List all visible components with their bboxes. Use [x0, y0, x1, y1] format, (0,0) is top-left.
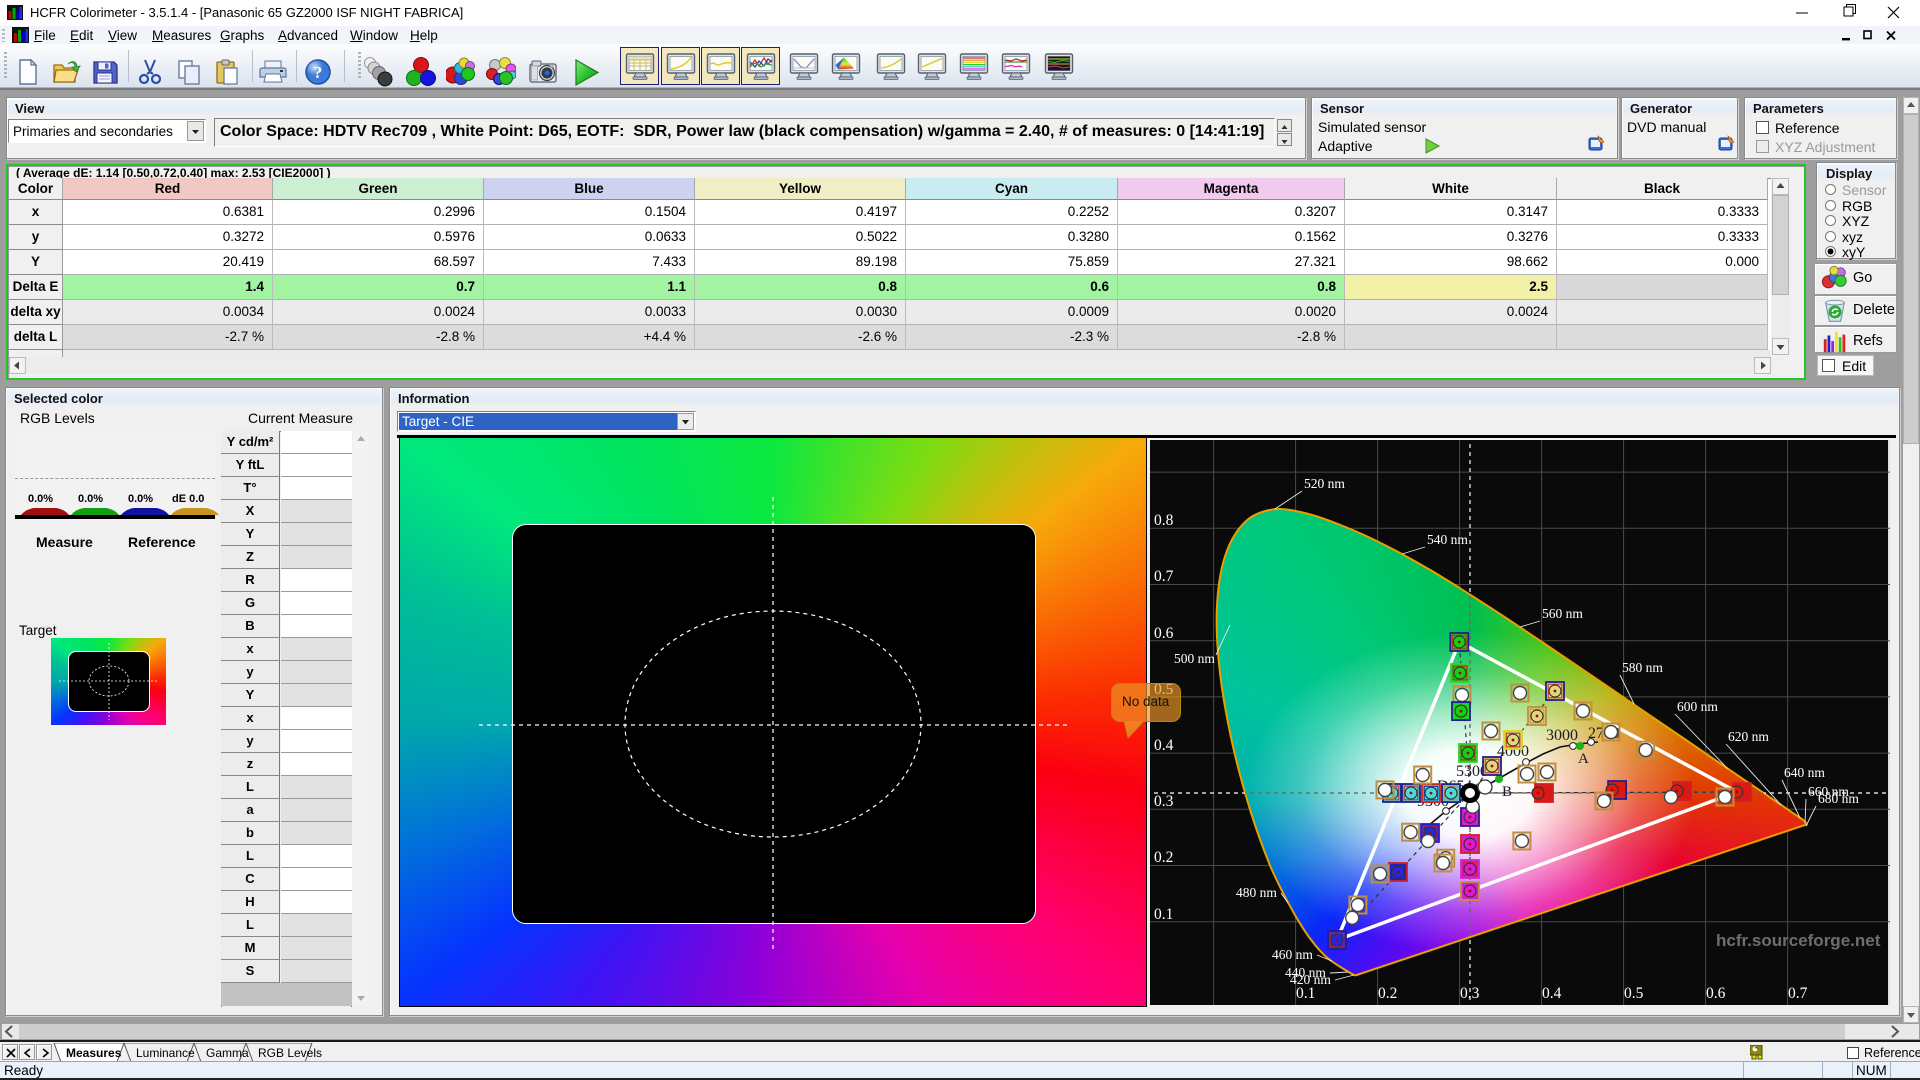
svg-text:0.4: 0.4 [1154, 737, 1174, 754]
svg-text:0.3: 0.3 [1460, 985, 1480, 1002]
svg-text:0.6: 0.6 [1706, 985, 1726, 1002]
svg-text:680 nm: 680 nm [1818, 791, 1859, 806]
svg-text:B: B [1502, 784, 1512, 800]
svg-text:?: ? [314, 63, 323, 82]
svg-text:500 nm: 500 nm [1174, 651, 1215, 666]
svg-text:3000: 3000 [1546, 727, 1578, 744]
svg-text:480 nm: 480 nm [1236, 885, 1277, 900]
svg-text:hcfr.sourceforge.net: hcfr.sourceforge.net [1716, 931, 1881, 950]
svg-text:0.6: 0.6 [1154, 625, 1174, 642]
svg-text:0.5: 0.5 [1624, 985, 1644, 1002]
svg-text:0.2: 0.2 [1378, 985, 1397, 1002]
svg-text:0.4: 0.4 [1542, 985, 1562, 1002]
svg-text:600 nm: 600 nm [1677, 699, 1718, 714]
svg-text:640 nm: 640 nm [1784, 765, 1825, 780]
svg-text:0.1: 0.1 [1296, 985, 1315, 1002]
svg-text:0.7: 0.7 [1154, 568, 1174, 585]
svg-text:620 nm: 620 nm [1728, 729, 1769, 744]
svg-text:580 nm: 580 nm [1622, 660, 1663, 675]
svg-text:560 nm: 560 nm [1542, 606, 1583, 621]
svg-text:540 nm: 540 nm [1427, 532, 1468, 547]
svg-text:520 nm: 520 nm [1304, 476, 1345, 491]
svg-text:0.1: 0.1 [1154, 906, 1173, 923]
svg-text:460 nm: 460 nm [1272, 947, 1313, 962]
svg-text:0.3: 0.3 [1154, 793, 1174, 810]
svg-text:0.8: 0.8 [1154, 512, 1174, 529]
svg-text:0.2: 0.2 [1154, 849, 1173, 866]
svg-text:A: A [1578, 751, 1589, 767]
svg-text:0.7: 0.7 [1788, 985, 1808, 1002]
